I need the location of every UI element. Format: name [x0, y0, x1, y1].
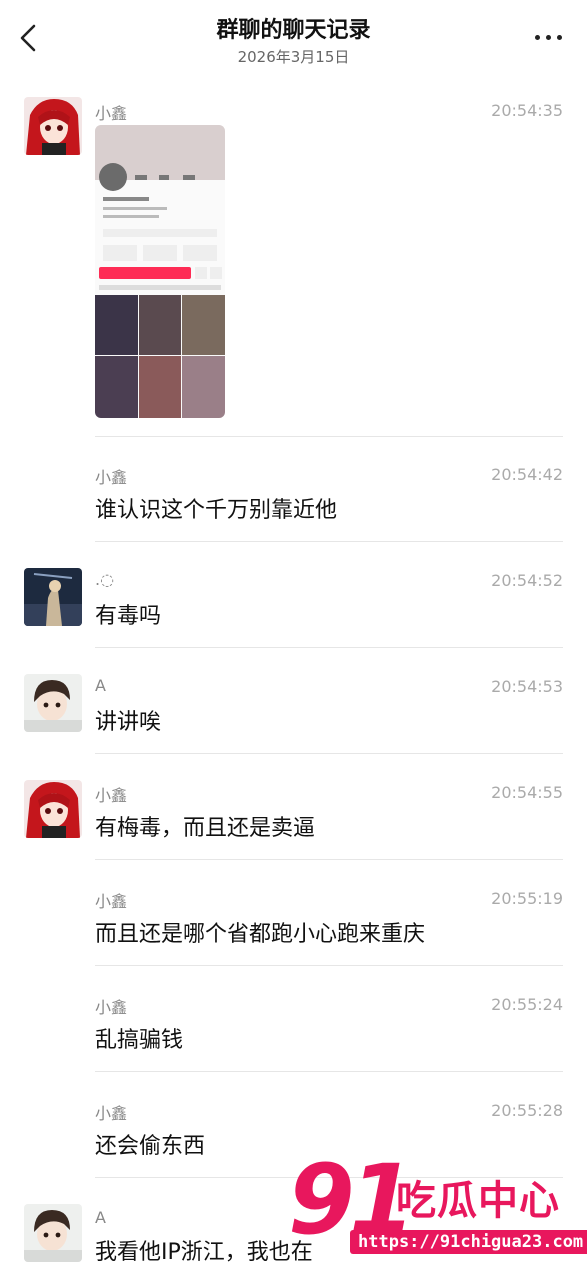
message-sender: 小鑫 [95, 468, 128, 487]
message-sender: 小鑫 [95, 104, 128, 123]
message-sender: 小鑫 [95, 1104, 128, 1123]
divider [95, 436, 563, 437]
message-sender: A [95, 1208, 106, 1227]
watermark-url: https://91chigua23.com [350, 1230, 587, 1254]
avatar[interactable] [24, 1204, 82, 1262]
message-text: 还会偷东西 [95, 1134, 206, 1159]
message-text: 而且还是哪个省都跑小心跑来重庆 [95, 922, 426, 947]
watermark-logo: 91 吃瓜中心 https://91chigua23.com [288, 1144, 587, 1268]
message-time: 20:54:55 [491, 783, 563, 802]
message-text: 讲讲唉 [95, 710, 162, 735]
message-text: 我看他IP浙江，我也在 [95, 1240, 313, 1265]
avatar[interactable] [24, 674, 82, 732]
divider [95, 1071, 563, 1072]
message-text: 有梅毒，而且还是卖逼 [95, 816, 316, 841]
message-time: 20:54:52 [491, 571, 563, 590]
image-message[interactable] [95, 125, 225, 418]
message-time: 20:54:42 [491, 465, 563, 484]
message-time: 20:55:24 [491, 995, 563, 1014]
avatar[interactable] [24, 780, 82, 838]
divider [95, 965, 563, 966]
message-text: 有毒吗 [95, 604, 162, 629]
divider [95, 753, 563, 754]
divider [95, 859, 563, 860]
message-sender: A [95, 676, 106, 695]
message-sender: 小鑫 [95, 998, 128, 1017]
avatar[interactable] [24, 97, 82, 155]
divider [95, 647, 563, 648]
message-sender: 小鑫 [95, 892, 128, 911]
avatar[interactable] [24, 568, 82, 626]
message-text: 谁认识这个千万别靠近他 [95, 498, 338, 523]
message-time: 20:55:19 [491, 889, 563, 908]
message-sender: .◌ [95, 570, 115, 589]
divider [95, 1177, 563, 1178]
message-item: 小鑫 20:54:35 [0, 0, 587, 440]
message-time: 20:54:35 [491, 101, 563, 120]
message-time: 20:54:53 [491, 677, 563, 696]
message-sender: 小鑫 [95, 786, 128, 805]
message-time: 20:55:28 [491, 1101, 563, 1120]
message-text: 乱搞骗钱 [95, 1028, 184, 1053]
divider [95, 541, 563, 542]
